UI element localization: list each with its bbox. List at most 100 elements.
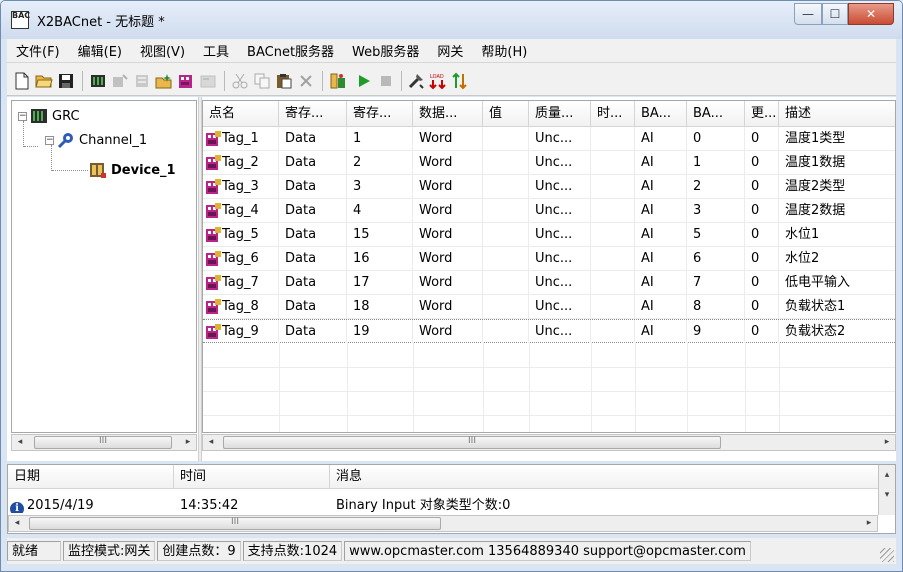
grid-horizontal-scrollbar[interactable]: ◂ III ▸ bbox=[202, 434, 896, 451]
menu-web-server[interactable]: Web服务器 bbox=[343, 41, 428, 60]
device-icon bbox=[90, 163, 106, 178]
toolbar-separator bbox=[224, 71, 225, 91]
add-tag-icon[interactable] bbox=[155, 72, 173, 90]
cell-data-type: Word bbox=[413, 175, 483, 198]
col-header-bacnet-instance[interactable]: BA... bbox=[687, 101, 745, 127]
cell-bacnet-type: AI bbox=[635, 151, 687, 174]
cell-description: 水位2 bbox=[779, 247, 895, 270]
cell-data-type: Word bbox=[413, 199, 483, 222]
menu-file[interactable]: 文件(F) bbox=[7, 41, 69, 60]
cell-point-name: Tag_7 bbox=[203, 271, 279, 294]
add-group-icon bbox=[133, 72, 151, 90]
scroll-up-icon[interactable]: ▴ bbox=[879, 467, 895, 483]
transfer-icon[interactable] bbox=[451, 72, 469, 90]
col-header-register-address[interactable]: 寄存... bbox=[347, 101, 413, 127]
monitor-icon[interactable] bbox=[329, 72, 347, 90]
menu-tools[interactable]: 工具 bbox=[194, 41, 238, 60]
menu-bacnet-server[interactable]: BACnet服务器 bbox=[238, 41, 343, 60]
log-vertical-scrollbar[interactable]: ▴ ▾ bbox=[878, 465, 895, 515]
maximize-button[interactable]: ☐ bbox=[822, 3, 848, 25]
grid-empty-area bbox=[203, 343, 895, 432]
col-header-register-type[interactable]: 寄存... bbox=[279, 101, 347, 127]
col-header-update[interactable]: 更... bbox=[745, 101, 779, 127]
cell-description: 低电平输入 bbox=[779, 271, 895, 294]
cut-icon bbox=[231, 72, 249, 90]
col-header-point-name[interactable]: 点名 bbox=[203, 101, 279, 127]
title-bar[interactable]: BAC X2BACnet - 无标题 * — ☐ ✕ bbox=[1, 1, 902, 39]
col-header-quality[interactable]: 质量... bbox=[529, 101, 591, 127]
paste-icon[interactable] bbox=[275, 72, 293, 90]
log-col-time[interactable]: 时间 bbox=[174, 465, 330, 489]
table-row[interactable]: Tag_7 Data 17 Word Unc... AI 7 0 低电平输入 bbox=[203, 271, 895, 295]
new-file-icon[interactable] bbox=[13, 72, 31, 90]
cell-quality: Unc... bbox=[529, 199, 591, 222]
scroll-left-icon[interactable]: ◂ bbox=[9, 516, 25, 531]
cell-bacnet-instance: 9 bbox=[687, 320, 745, 343]
run-icon[interactable] bbox=[355, 72, 373, 90]
col-header-bacnet-type[interactable]: BA... bbox=[635, 101, 687, 127]
minimize-button[interactable]: — bbox=[794, 3, 822, 25]
collapse-toggle-icon[interactable]: − bbox=[45, 135, 54, 145]
tree-node-device[interactable]: Device_1 bbox=[89, 160, 176, 180]
tree-node-root[interactable]: − GRC bbox=[18, 106, 80, 126]
add-channel-icon[interactable] bbox=[89, 72, 107, 90]
table-row[interactable]: Tag_3 Data 3 Word Unc... AI 2 0 温度2类型 bbox=[203, 175, 895, 199]
resize-grip-icon[interactable] bbox=[880, 548, 894, 562]
menu-view[interactable]: 视图(V) bbox=[131, 41, 194, 60]
table-row[interactable]: Tag_6 Data 16 Word Unc... AI 6 0 水位2 bbox=[203, 247, 895, 271]
scroll-thumb[interactable]: III bbox=[34, 436, 172, 449]
table-row[interactable]: Tag_9 Data 19 Word Unc... AI 9 0 负载状态2 bbox=[203, 319, 895, 343]
scroll-right-icon[interactable]: ▸ bbox=[180, 435, 196, 450]
close-button[interactable]: ✕ bbox=[848, 3, 894, 25]
cell-description: 温度2数据 bbox=[779, 199, 895, 222]
cell-update: 0 bbox=[745, 127, 779, 150]
table-row[interactable]: Tag_4 Data 4 Word Unc... AI 3 0 温度2数据 bbox=[203, 199, 895, 223]
cell-register-address: 18 bbox=[347, 295, 413, 318]
scroll-thumb[interactable]: III bbox=[223, 436, 721, 449]
table-row[interactable]: Tag_5 Data 15 Word Unc... AI 5 0 水位1 bbox=[203, 223, 895, 247]
cell-value bbox=[483, 223, 529, 246]
log-entry[interactable]: i 2015/4/19 14:35:42 Binary Input 对象类型个数:… bbox=[8, 495, 878, 513]
cell-point-name: Tag_3 bbox=[203, 175, 279, 198]
tag-name: Tag_5 bbox=[222, 227, 259, 242]
stop-icon bbox=[377, 72, 395, 90]
table-row[interactable]: Tag_1 Data 1 Word Unc... AI 0 0 温度1类型 bbox=[203, 127, 895, 151]
channel-icon bbox=[57, 133, 73, 149]
save-icon[interactable] bbox=[57, 72, 75, 90]
cell-bacnet-type: AI bbox=[635, 247, 687, 270]
scroll-thumb[interactable]: III bbox=[29, 517, 441, 530]
log-col-date[interactable]: 日期 bbox=[8, 465, 174, 489]
scroll-right-icon[interactable]: ▸ bbox=[861, 516, 877, 531]
scroll-down-icon[interactable]: ▾ bbox=[879, 487, 895, 503]
tag-icon bbox=[206, 227, 221, 242]
col-header-data-type[interactable]: 数据... bbox=[413, 101, 483, 127]
menu-edit[interactable]: 编辑(E) bbox=[69, 41, 131, 60]
cell-point-name: Tag_9 bbox=[203, 320, 279, 343]
cell-bacnet-instance: 6 bbox=[687, 247, 745, 270]
tree-horizontal-scrollbar[interactable]: ◂ III ▸ bbox=[11, 434, 197, 451]
open-folder-icon[interactable] bbox=[35, 72, 53, 90]
table-row[interactable]: Tag_8 Data 18 Word Unc... AI 8 0 负载状态1 bbox=[203, 295, 895, 319]
collapse-toggle-icon[interactable]: − bbox=[18, 111, 27, 121]
tree-node-channel[interactable]: − Channel_1 bbox=[45, 130, 147, 150]
col-header-description[interactable]: 描述 bbox=[779, 101, 895, 127]
tools-icon[interactable] bbox=[407, 72, 425, 90]
tag-batch-icon[interactable] bbox=[177, 72, 195, 90]
scroll-left-icon[interactable]: ◂ bbox=[203, 435, 219, 450]
log-pane[interactable]: 日期 时间 消息 i 2015/4/19 14:35:42 Binary Inpu… bbox=[7, 464, 896, 534]
log-horizontal-scrollbar[interactable]: ◂ III ▸ bbox=[8, 515, 878, 532]
col-header-value[interactable]: 值 bbox=[483, 101, 529, 127]
table-row[interactable]: Tag_2 Data 2 Word Unc... AI 1 0 温度1数据 bbox=[203, 151, 895, 175]
scroll-right-icon[interactable]: ▸ bbox=[879, 435, 895, 450]
scroll-left-icon[interactable]: ◂ bbox=[12, 435, 28, 450]
cell-bacnet-type: AI bbox=[635, 271, 687, 294]
tag-grid[interactable]: 点名 寄存... 寄存... 数据... 值 质量... 时... BA... … bbox=[202, 100, 896, 433]
device-tree[interactable]: − GRC − Channel_1 Device_1 bbox=[11, 100, 197, 433]
log-col-message[interactable]: 消息 bbox=[330, 465, 878, 489]
menu-help[interactable]: 帮助(H) bbox=[472, 41, 536, 60]
cell-point-name: Tag_2 bbox=[203, 151, 279, 174]
server-icon bbox=[31, 109, 47, 123]
col-header-time[interactable]: 时... bbox=[591, 101, 635, 127]
menu-gateway[interactable]: 网关 bbox=[428, 41, 472, 60]
load-icon[interactable]: LOAD bbox=[429, 72, 447, 90]
